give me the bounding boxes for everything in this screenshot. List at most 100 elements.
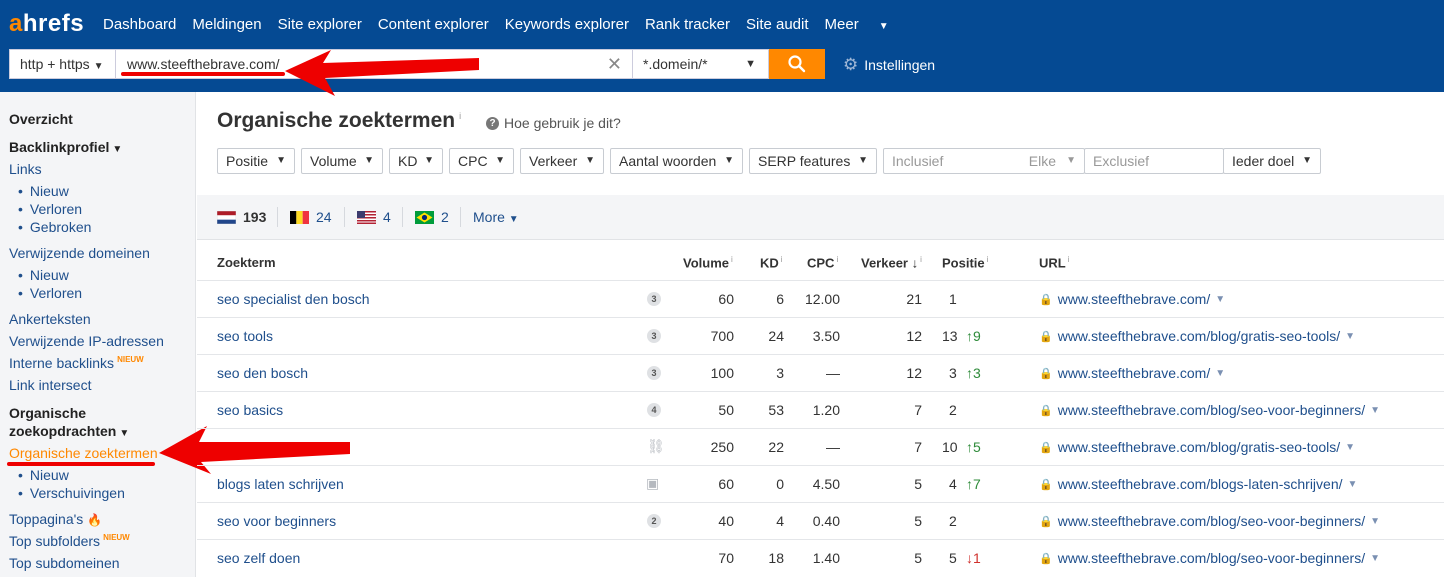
traffic-value[interactable]: 12 <box>872 328 922 344</box>
settings-link[interactable]: ⚙ Instellingen <box>843 55 935 75</box>
top-subfolders-label: Top subfolders <box>9 533 101 549</box>
nav-meer[interactable]: Meer ▼ <box>825 16 905 33</box>
country-be[interactable]: 24 <box>290 209 332 225</box>
sidebar-links-nieuw[interactable]: Nieuw <box>18 183 69 199</box>
col-volume[interactable]: Volume i <box>683 255 733 270</box>
chevron-down-icon: ▼ <box>1066 155 1076 166</box>
lock-icon: 🔒 <box>1039 552 1053 565</box>
traffic-value[interactable]: 7 <box>872 439 922 455</box>
keyword-link[interactable]: blogs laten schrijven <box>217 476 344 492</box>
position-change-up: ↑7 <box>966 476 981 492</box>
divider <box>197 465 1444 466</box>
keyword-link[interactable]: seo tools <box>217 328 273 344</box>
sidebar-ref-domains[interactable]: Verwijzende domeinen <box>9 245 150 261</box>
filter-positie[interactable]: Positie ▼ <box>217 148 295 174</box>
url-link[interactable]: 🔒 www.steefthebrave.com/blog/gratis-seo-t… <box>1039 328 1355 344</box>
traffic-value[interactable]: 5 <box>872 550 922 566</box>
close-icon[interactable]: ✕ <box>607 54 622 75</box>
chevron-down-icon[interactable]: ▼ <box>1215 368 1225 379</box>
filter-verkeer[interactable]: Verkeer ▼ <box>520 148 604 174</box>
chevron-down-icon[interactable]: ▼ <box>1370 405 1380 416</box>
chevron-down-icon[interactable]: ▼ <box>1370 516 1380 527</box>
position-change-up: ↑5 <box>966 439 981 455</box>
include-mode[interactable]: Elke <box>1029 149 1056 173</box>
sidebar-org-shifts[interactable]: Verschuivingen <box>18 485 125 501</box>
filter-aantal-woorden[interactable]: Aantal woorden ▼ <box>610 148 743 174</box>
mode-select[interactable]: *.domein/* ▼ <box>633 49 769 79</box>
serp-count-badge: 3 <box>647 329 661 343</box>
nav-content-explorer[interactable]: Content explorer <box>378 16 489 33</box>
url-link[interactable]: 🔒 www.steefthebrave.com/ ▼ <box>1039 291 1225 307</box>
country-br[interactable]: 2 <box>415 209 449 225</box>
traffic-value[interactable]: 7 <box>872 402 922 418</box>
nav-site-explorer[interactable]: Site explorer <box>278 16 362 33</box>
sidebar-anchors[interactable]: Ankerteksten <box>9 311 91 327</box>
sidebar-rd-nieuw[interactable]: Nieuw <box>18 267 69 283</box>
filter-kd[interactable]: KD ▼ <box>389 148 443 174</box>
traffic-value[interactable]: 5 <box>872 513 922 529</box>
sidebar-ref-ips[interactable]: Verwijzende IP-adressen <box>9 333 164 349</box>
nav-site-audit[interactable]: Site audit <box>746 16 809 33</box>
more-countries[interactable]: More ▼ <box>473 209 519 225</box>
country-us[interactable]: 4 <box>357 209 391 225</box>
traffic-value[interactable]: 21 <box>872 291 922 307</box>
sidebar-links-gebroken[interactable]: Gebroken <box>18 219 91 235</box>
chevron-down-icon[interactable]: ▼ <box>1370 553 1380 564</box>
sidebar-internal-backlinks[interactable]: Interne backlinks NIEUW <box>9 355 144 371</box>
sidebar-top-subdomains[interactable]: Top subdomeinen <box>9 555 120 571</box>
sidebar-top-pages[interactable]: Toppagina's 🔥 <box>9 511 102 527</box>
info-icon[interactable]: i <box>459 111 461 121</box>
chevron-down-icon: ▼ <box>1302 155 1312 166</box>
keyword-link[interactable]: seo voor beginners <box>217 513 336 529</box>
chevron-down-icon[interactable]: ▼ <box>1215 294 1225 305</box>
sidebar-organic-keywords[interactable]: Organische zoektermen <box>9 445 158 461</box>
chevron-down-icon[interactable]: ▼ <box>1348 479 1358 490</box>
traffic-value[interactable]: 12 <box>872 365 922 381</box>
sidebar-organic-heading-1[interactable]: Organische <box>9 405 86 421</box>
search-button[interactable] <box>769 49 825 79</box>
exclude-input[interactable]: Exclusief <box>1084 148 1224 174</box>
nav-dashboard[interactable]: Dashboard <box>103 16 176 33</box>
howto-link[interactable]: ? Hoe gebruik je dit? <box>486 115 621 131</box>
keyword-link[interactable]: seo specialist den bosch <box>217 291 370 307</box>
url-link[interactable]: 🔒 www.steefthebrave.com/blog/gratis-seo-t… <box>1039 439 1355 455</box>
sidebar-links[interactable]: Links <box>9 161 42 177</box>
country-nl[interactable]: 193 <box>217 209 266 225</box>
ahrefs-logo[interactable]: ahrefs <box>9 10 84 38</box>
col-keyword[interactable]: Zoekterm <box>217 255 276 270</box>
col-position[interactable]: Positie i <box>942 255 988 270</box>
chevron-down-icon[interactable]: ▼ <box>1345 442 1355 453</box>
url-link[interactable]: 🔒 www.steefthebrave.com/blogs-laten-schri… <box>1039 476 1357 492</box>
col-cpc[interactable]: CPC i <box>807 255 838 270</box>
sidebar-links-verloren[interactable]: Verloren <box>18 201 82 217</box>
keyword-link[interactable]: seo basics <box>217 402 283 418</box>
sidebar-org-nieuw[interactable]: Nieuw <box>18 467 69 483</box>
col-traffic[interactable]: Verkeer ↓ i <box>861 255 922 270</box>
filter-serp-features[interactable]: SERP features ▼ <box>749 148 877 174</box>
sidebar-organic-heading[interactable]: zoekopdrachten ▼ <box>9 423 129 439</box>
nav-keywords-explorer[interactable]: Keywords explorer <box>505 16 629 33</box>
target-select[interactable]: Ieder doel ▼ <box>1223 148 1321 174</box>
sidebar-rd-verloren[interactable]: Verloren <box>18 285 82 301</box>
filter-cpc[interactable]: CPC ▼ <box>449 148 514 174</box>
keyword-link[interactable]: seo zelf doen <box>217 550 300 566</box>
filter-volume[interactable]: Volume ▼ <box>301 148 383 174</box>
top-nav-bar: ahrefs Dashboard Meldingen Site explorer… <box>0 0 1444 92</box>
url-link[interactable]: 🔒 www.steefthebrave.com/blog/seo-voor-beg… <box>1039 513 1380 529</box>
col-kd[interactable]: KD i <box>760 255 783 270</box>
url-link[interactable]: 🔒 www.steefthebrave.com/blog/seo-voor-beg… <box>1039 402 1380 418</box>
nav-rank-tracker[interactable]: Rank tracker <box>645 16 730 33</box>
protocol-select[interactable]: http + https ▼ <box>9 49 116 79</box>
chevron-down-icon[interactable]: ▼ <box>1345 331 1355 342</box>
sidebar-top-subfolders[interactable]: Top subfolders NIEUW <box>9 533 130 549</box>
col-url[interactable]: URL i <box>1039 255 1070 270</box>
sidebar-backlinkprofiel[interactable]: Backlinkprofiel ▼ <box>9 139 122 155</box>
include-input[interactable]: Inclusief Elke ▼ <box>883 148 1085 174</box>
url-link[interactable]: 🔒 www.steefthebrave.com/blog/seo-voor-beg… <box>1039 550 1380 566</box>
keyword-link[interactable]: seo den bosch <box>217 365 308 381</box>
sidebar-link-intersect[interactable]: Link intersect <box>9 377 91 393</box>
url-link[interactable]: 🔒 www.steefthebrave.com/ ▼ <box>1039 365 1225 381</box>
sidebar-overzicht[interactable]: Overzicht <box>9 111 73 127</box>
traffic-value[interactable]: 5 <box>872 476 922 492</box>
nav-meldingen[interactable]: Meldingen <box>192 16 261 33</box>
